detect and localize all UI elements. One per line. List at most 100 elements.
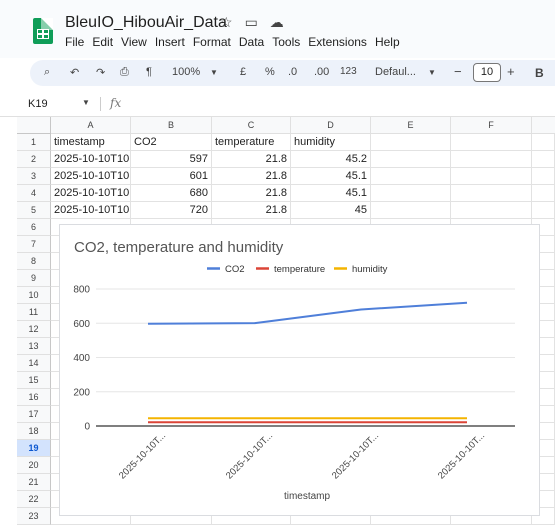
value-cell[interactable]: 45.1 xyxy=(291,185,371,202)
value-cell[interactable]: 680 xyxy=(131,185,212,202)
row-header-7[interactable]: 7 xyxy=(17,236,51,253)
timestamp-cell[interactable]: 2025-10-10T10: xyxy=(51,202,131,219)
timestamp-cell[interactable]: 2025-10-10T10: xyxy=(51,168,131,185)
select-all-corner[interactable] xyxy=(17,117,51,134)
column-header-f[interactable]: F xyxy=(451,117,532,134)
row-header-12[interactable]: 12 xyxy=(17,321,51,338)
row-header-17[interactable]: 17 xyxy=(17,406,51,423)
grid-cell[interactable] xyxy=(451,185,532,202)
menu-view[interactable]: View xyxy=(121,35,147,49)
increase-decimal-button[interactable]: .00 xyxy=(314,66,329,78)
menu-data[interactable]: Data xyxy=(239,35,264,49)
percent-format-button[interactable]: % xyxy=(265,66,275,78)
name-box[interactable]: K19 xyxy=(28,98,48,110)
row-header-4[interactable]: 4 xyxy=(17,185,51,202)
name-box-dropdown-icon[interactable]: ▼ xyxy=(82,98,90,107)
decrease-decimal-button[interactable]: .0 xyxy=(288,66,297,78)
value-cell[interactable]: 21.8 xyxy=(212,185,291,202)
row-header-2[interactable]: 2 xyxy=(17,151,51,168)
bold-button[interactable]: B xyxy=(535,66,544,80)
menu-file[interactable]: File xyxy=(65,35,84,49)
row-header-13[interactable]: 13 xyxy=(17,338,51,355)
column-header-a[interactable]: A xyxy=(51,117,131,134)
menu-extensions[interactable]: Extensions xyxy=(308,35,367,49)
value-cell[interactable]: 45.2 xyxy=(291,151,371,168)
undo-icon[interactable]: ↶ xyxy=(70,66,79,79)
paint-format-icon[interactable]: ¶ xyxy=(146,66,152,78)
value-cell[interactable]: 45.1 xyxy=(291,168,371,185)
move-folder-icon[interactable]: ▭ xyxy=(245,14,258,30)
row-header-15[interactable]: 15 xyxy=(17,372,51,389)
row-header-22[interactable]: 22 xyxy=(17,491,51,508)
header-cell-co2[interactable]: CO2 xyxy=(131,134,212,151)
cloud-status-icon[interactable]: ☁ xyxy=(270,14,284,30)
grid-cell[interactable] xyxy=(451,134,532,151)
number-format-button[interactable]: 123 xyxy=(340,66,357,77)
value-cell[interactable]: 21.8 xyxy=(212,151,291,168)
grid-cell[interactable] xyxy=(451,202,532,219)
menu-format[interactable]: Format xyxy=(193,35,231,49)
font-select[interactable]: Defaul... xyxy=(375,66,416,78)
row-header-20[interactable]: 20 xyxy=(17,457,51,474)
grid-cell[interactable] xyxy=(532,185,555,202)
column-header-d[interactable]: D xyxy=(291,117,371,134)
value-cell[interactable]: 597 xyxy=(131,151,212,168)
row-header-8[interactable]: 8 xyxy=(17,253,51,270)
zoom-select[interactable]: 100% xyxy=(172,66,200,78)
search-icon[interactable]: ⌕ xyxy=(44,66,50,79)
value-cell[interactable]: 45 xyxy=(291,202,371,219)
menu-edit[interactable]: Edit xyxy=(92,35,113,49)
row-header-23[interactable]: 23 xyxy=(17,508,51,525)
row-header-21[interactable]: 21 xyxy=(17,474,51,491)
row-header-14[interactable]: 14 xyxy=(17,355,51,372)
column-header-c[interactable]: C xyxy=(212,117,291,134)
timestamp-cell[interactable]: 2025-10-10T10: xyxy=(51,185,131,202)
row-header-1[interactable]: 1 xyxy=(17,134,51,151)
row-header-6[interactable]: 6 xyxy=(17,219,51,236)
menu-help[interactable]: Help xyxy=(375,35,400,49)
row-header-9[interactable]: 9 xyxy=(17,270,51,287)
grid-cell[interactable] xyxy=(371,185,451,202)
grid-cell[interactable] xyxy=(371,202,451,219)
font-dropdown-icon[interactable]: ▼ xyxy=(428,68,436,77)
column-header-e[interactable]: E xyxy=(371,117,451,134)
star-icon[interactable]: ☆ xyxy=(220,14,233,30)
zoom-dropdown-icon[interactable]: ▼ xyxy=(210,68,218,77)
grid-cell[interactable] xyxy=(371,168,451,185)
row-header-3[interactable]: 3 xyxy=(17,168,51,185)
value-cell[interactable]: 21.8 xyxy=(212,202,291,219)
grid-cell[interactable] xyxy=(532,134,555,151)
row-header-18[interactable]: 18 xyxy=(17,423,51,440)
document-title[interactable]: BleuIO_HibouAir_Data xyxy=(65,14,227,32)
row-header-19[interactable]: 19 xyxy=(17,440,51,457)
font-size-input[interactable]: 10 xyxy=(473,63,501,82)
embedded-chart[interactable]: CO2, temperature and humidity CO2 temperat… xyxy=(59,224,540,516)
row-header-10[interactable]: 10 xyxy=(17,287,51,304)
grid-cell[interactable] xyxy=(451,151,532,168)
menu-tools[interactable]: Tools xyxy=(272,35,300,49)
font-size-decrease-button[interactable]: − xyxy=(454,64,462,79)
currency-format-button[interactable]: £ xyxy=(240,66,246,78)
redo-icon[interactable]: ↷ xyxy=(96,66,105,79)
timestamp-cell[interactable]: 2025-10-10T10: xyxy=(51,151,131,168)
grid-cell[interactable] xyxy=(371,151,451,168)
header-cell-temperature[interactable]: temperature xyxy=(212,134,291,151)
grid-cell[interactable] xyxy=(451,168,532,185)
value-cell[interactable]: 720 xyxy=(131,202,212,219)
grid-cell[interactable] xyxy=(532,151,555,168)
menu-insert[interactable]: Insert xyxy=(155,35,185,49)
row-header-5[interactable]: 5 xyxy=(17,202,51,219)
grid-cell[interactable] xyxy=(532,168,555,185)
sheets-logo-icon[interactable] xyxy=(33,18,53,44)
column-header-b[interactable]: B xyxy=(131,117,212,134)
font-size-increase-button[interactable]: + xyxy=(507,64,515,79)
print-icon[interactable]: ⎙ xyxy=(120,66,129,79)
grid-cell[interactable] xyxy=(371,134,451,151)
grid-cell[interactable] xyxy=(532,202,555,219)
header-cell-timestamp[interactable]: timestamp xyxy=(51,134,131,151)
row-header-11[interactable]: 11 xyxy=(17,304,51,321)
value-cell[interactable]: 21.8 xyxy=(212,168,291,185)
value-cell[interactable]: 601 xyxy=(131,168,212,185)
row-header-16[interactable]: 16 xyxy=(17,389,51,406)
header-cell-humidity[interactable]: humidity xyxy=(291,134,371,151)
